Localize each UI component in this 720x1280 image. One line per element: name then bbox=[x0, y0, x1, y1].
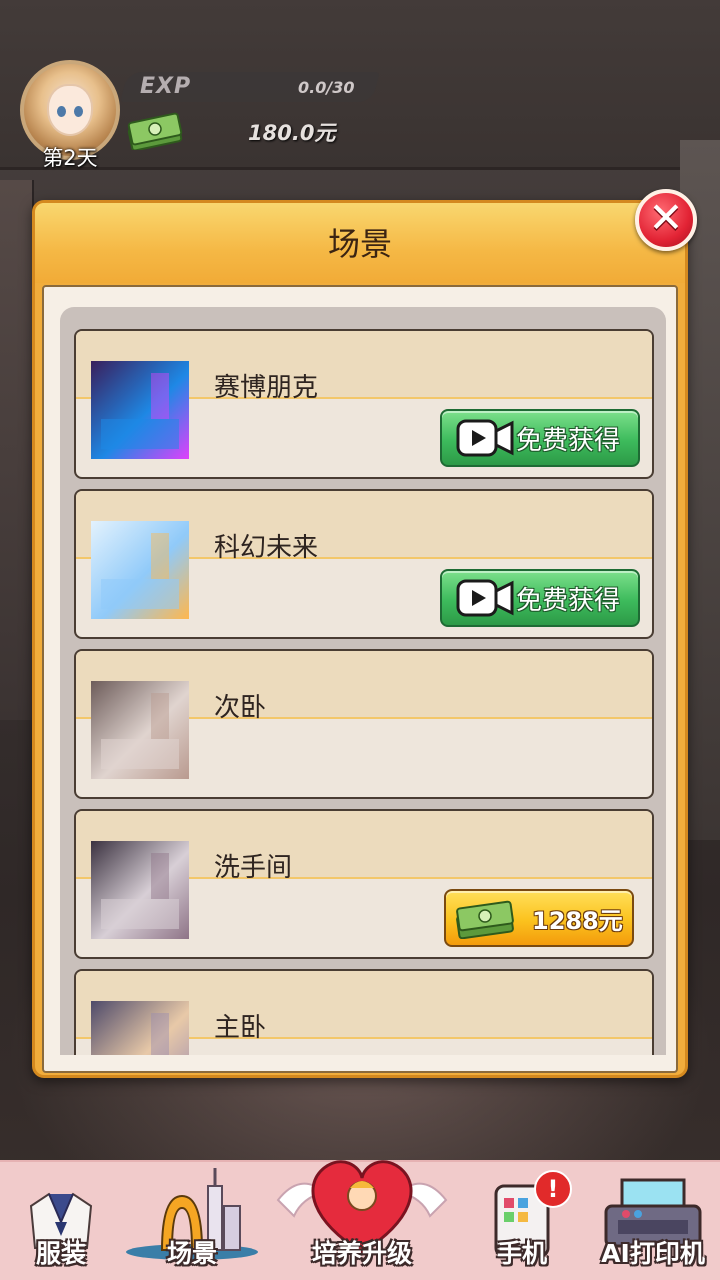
scene-item[interactable]: 科幻未来免费获得 bbox=[74, 489, 654, 639]
avatar-face bbox=[47, 84, 93, 136]
scene-item[interactable]: 次卧 bbox=[74, 649, 654, 799]
free-get-label: 免费获得 bbox=[516, 425, 621, 456]
modal-title: 场景 bbox=[327, 225, 392, 263]
nav-label-costume: 服装 bbox=[35, 1239, 86, 1268]
nav-label-scene: 场景 bbox=[166, 1239, 217, 1268]
scene-item[interactable]: 洗手间 1288元 bbox=[74, 809, 654, 959]
modal-body: 赛博朋克 免费获得 科幻未来 免费获得 次卧 洗手间 1288元 主卧 bbox=[42, 285, 678, 1073]
scene-name: 赛博朋克 bbox=[214, 373, 319, 403]
price-label: 1288元 bbox=[532, 906, 623, 935]
scene-list: 赛博朋克 免费获得 科幻未来 免费获得 次卧 洗手间 1288元 主卧 bbox=[74, 329, 654, 1055]
scene-name: 主卧 bbox=[214, 1013, 267, 1043]
scene-thumbnail bbox=[91, 1001, 189, 1055]
free-get-label: 免费获得 bbox=[516, 585, 621, 616]
scene-modal: 场景 ✕ 赛博朋克 免费获得 科幻未来 免费获得 次卧 洗手间 1288元 主卧 bbox=[32, 189, 697, 1078]
exp-label: EXP bbox=[140, 74, 192, 99]
nav-item-ai-printer[interactable]: AI打印机 bbox=[586, 1162, 720, 1280]
scene-thumbnail bbox=[91, 361, 189, 459]
scene-thumbnail bbox=[91, 521, 189, 619]
nav-item-upgrade[interactable]: 培养升级 bbox=[270, 1142, 454, 1280]
nav-item-costume[interactable]: 服装 bbox=[6, 1162, 116, 1280]
close-icon: ✕ bbox=[648, 193, 684, 242]
buy-scene-button[interactable]: 1288元 bbox=[444, 889, 634, 947]
nav-label-upgrade: 培养升级 bbox=[311, 1239, 412, 1268]
scene-name: 科幻未来 bbox=[214, 533, 319, 563]
scene-name: 洗手间 bbox=[214, 853, 293, 883]
exp-value: 0.0/30 bbox=[298, 78, 355, 97]
free-get-button[interactable]: 免费获得 bbox=[440, 569, 640, 627]
scene-list-panel[interactable]: 赛博朋克 免费获得 科幻未来 免费获得 次卧 洗手间 1288元 主卧 bbox=[60, 307, 666, 1055]
scene-item[interactable]: 赛博朋克免费获得 bbox=[74, 329, 654, 479]
nav-label-phone: 手机 bbox=[496, 1239, 547, 1268]
nav-label-ai-printer: AI打印机 bbox=[601, 1239, 705, 1268]
nav-item-scene[interactable]: 场景 bbox=[118, 1162, 266, 1280]
scene-item[interactable]: 主卧 bbox=[74, 969, 654, 1055]
cash-icon bbox=[456, 900, 514, 939]
money-balance: 180.0元 bbox=[248, 121, 336, 145]
phone-notification-badge: ! bbox=[534, 1170, 572, 1208]
video-ad-icon bbox=[456, 579, 514, 617]
scene-thumbnail bbox=[91, 841, 189, 939]
cash-icon bbox=[127, 112, 183, 150]
free-get-button[interactable]: 免费获得 bbox=[440, 409, 640, 467]
day-counter: 第2天 bbox=[42, 146, 98, 170]
bottom-nav: 服装 场景 培养升级 手机 AI打印机 bbox=[0, 1160, 720, 1280]
close-button[interactable]: ✕ bbox=[635, 189, 697, 251]
video-ad-icon bbox=[456, 419, 514, 457]
modal-header: 场景 bbox=[35, 203, 685, 283]
bookshelf bbox=[0, 180, 34, 720]
scene-thumbnail bbox=[91, 681, 189, 779]
scene-name: 次卧 bbox=[214, 693, 267, 723]
